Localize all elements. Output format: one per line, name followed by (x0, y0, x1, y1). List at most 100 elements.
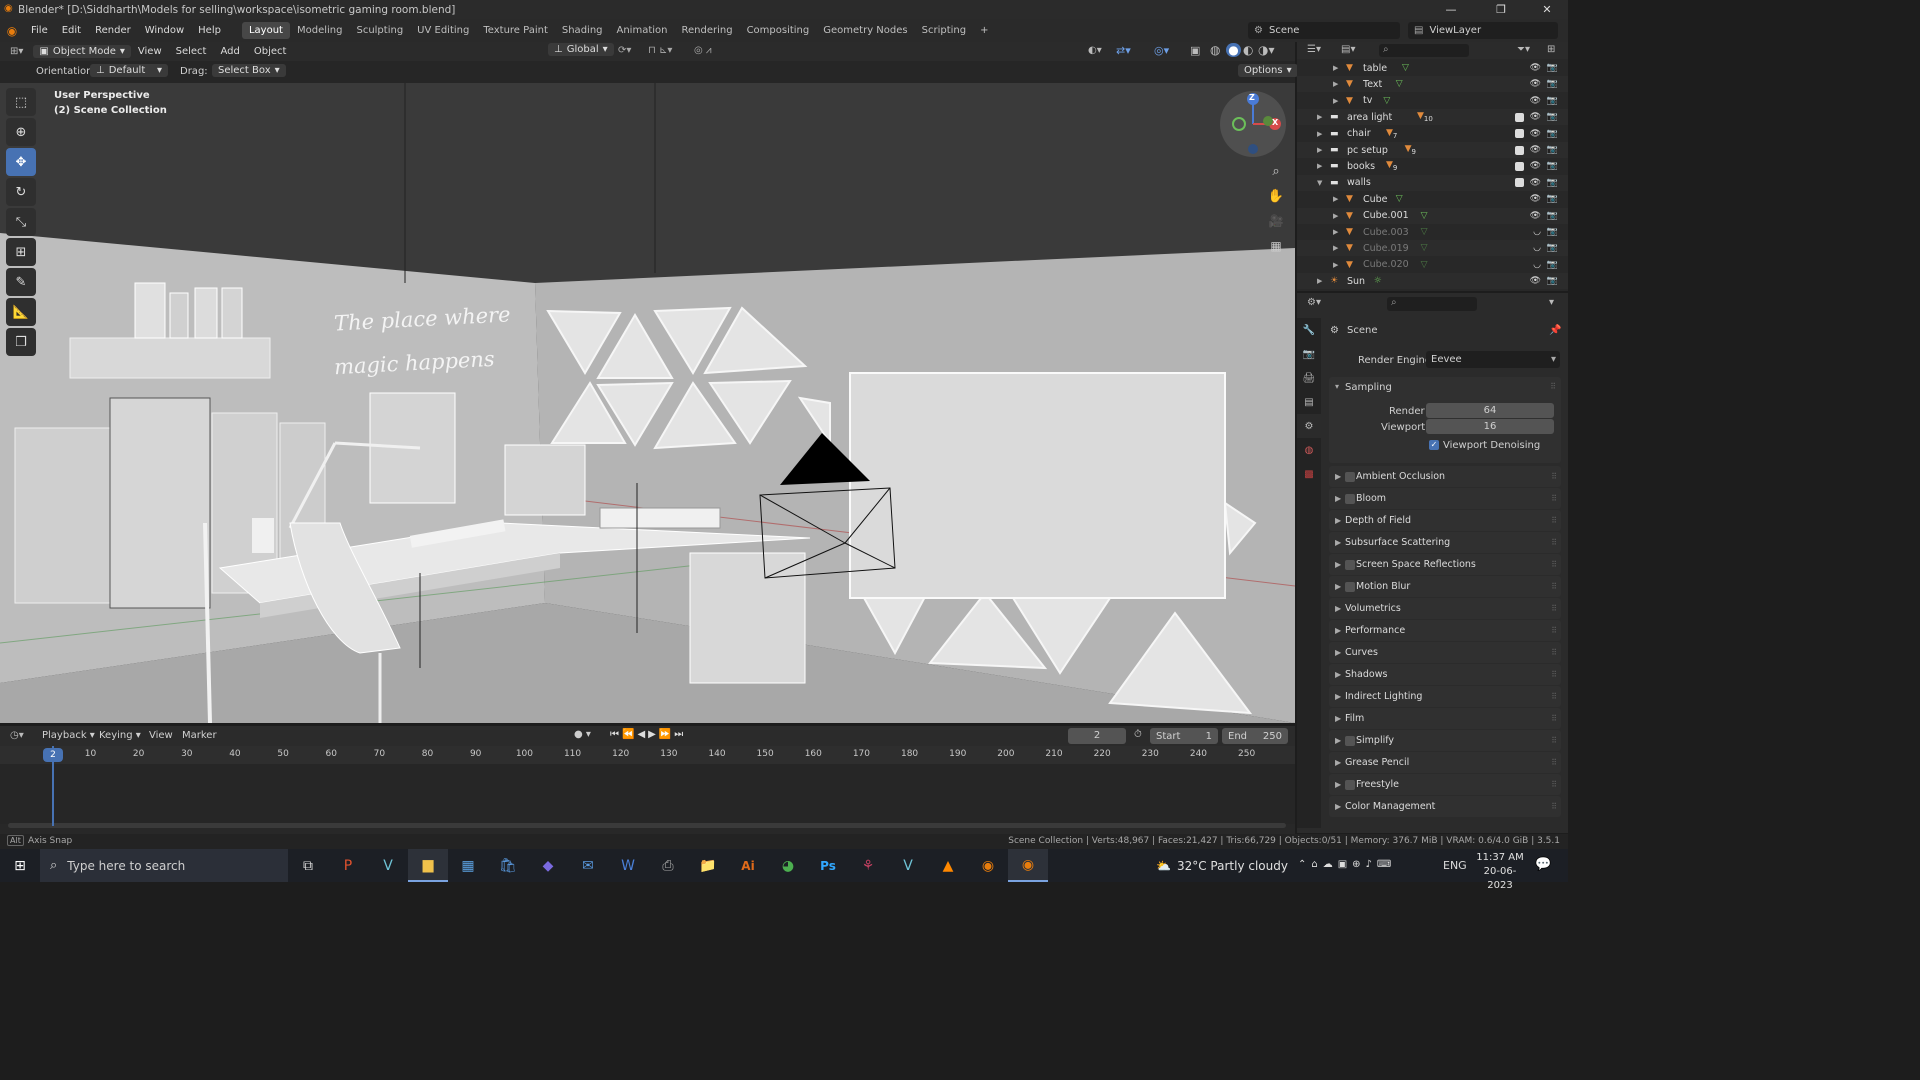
orientation-dropdown[interactable]: ⊥ Default ▾ (90, 64, 168, 77)
folder-app-icon[interactable]: 📁 (688, 849, 728, 882)
expand-right-icon[interactable]: ▶ (1317, 162, 1322, 170)
xray-icon[interactable]: ▣ (1190, 44, 1200, 57)
display-mode-icon[interactable]: ▤▾ (1341, 44, 1355, 55)
properties-editor-icon[interactable]: ⚙▾ (1307, 297, 1321, 308)
panel-enable-checkbox[interactable] (1345, 493, 1355, 504)
close-button[interactable]: ✕ (1530, 0, 1564, 19)
scale-tool-icon[interactable]: ⤡ (6, 208, 36, 236)
properties-search-icon[interactable]: ⌕ (1387, 297, 1477, 311)
output-tab-icon[interactable]: 🖨 (1297, 366, 1321, 390)
panel-enable-checkbox[interactable] (1345, 471, 1355, 482)
render-panel[interactable]: ▶ Volumetrics ⠿ (1329, 598, 1561, 619)
outliner-row[interactable]: ▶ ▼ Cube.020 ▽ ◡ 📷 (1297, 257, 1568, 273)
maximize-button[interactable]: ❐ (1484, 0, 1518, 19)
minimize-button[interactable]: — (1434, 0, 1468, 19)
tab-uv-editing[interactable]: UV Editing (410, 22, 476, 39)
chevron-down-icon[interactable]: ▾ (1549, 297, 1554, 308)
render-visibility-icon[interactable]: 📷 (1547, 194, 1558, 204)
tab-rendering[interactable]: Rendering (674, 22, 739, 39)
eye-icon[interactable]: 👁 (1530, 129, 1541, 139)
render-visibility-icon[interactable]: 📷 (1547, 227, 1558, 237)
render-panel[interactable]: ▶ Curves ⠿ (1329, 642, 1561, 663)
menu-select[interactable]: Select (169, 46, 214, 57)
eye-icon[interactable]: 👁 (1530, 276, 1541, 286)
new-collection-icon[interactable]: ⊞ (1547, 44, 1555, 55)
eye-icon[interactable]: 👁 (1530, 194, 1541, 204)
menu-object[interactable]: Object (247, 46, 294, 57)
powerpoint-icon[interactable]: P (328, 849, 368, 882)
panel-enable-checkbox[interactable] (1345, 735, 1355, 746)
photoshop-icon[interactable]: Ps (808, 849, 848, 882)
drag-grip-icon[interactable]: ⠿ (1551, 758, 1557, 767)
expand-right-icon[interactable]: ▶ (1333, 261, 1338, 269)
render-engine-dropdown[interactable]: Eevee ▾ (1426, 351, 1560, 368)
panel-enable-checkbox[interactable] (1345, 779, 1355, 790)
render-visibility-icon[interactable]: 📷 (1547, 129, 1558, 139)
expand-right-icon[interactable]: ▶ (1333, 80, 1338, 88)
outliner-row[interactable]: ▶ ▼ tv ▽ 👁 📷 (1297, 93, 1568, 109)
outliner-row[interactable]: ▶ ☀ Sun ☼ 👁 📷 (1297, 273, 1568, 290)
outliner-row[interactable]: ▶ ▼ Cube.019 ▽ ◡ 📷 (1297, 240, 1568, 257)
tab-animation[interactable]: Animation (610, 22, 675, 39)
camera-view-icon[interactable]: 🎥 (1264, 209, 1288, 233)
expand-right-icon[interactable]: ▶ (1317, 130, 1322, 138)
render-visibility-icon[interactable]: 📷 (1547, 243, 1558, 253)
rotate-tool-icon[interactable]: ↻ (6, 178, 36, 206)
drag-grip-icon[interactable]: ⠿ (1551, 472, 1557, 481)
eye-icon[interactable]: 👁 (1530, 96, 1541, 106)
expand-right-icon[interactable]: ▶ (1333, 97, 1338, 105)
timeline-scrollbar[interactable] (8, 823, 1286, 828)
outliner-row[interactable]: ▶ ▬ area light ▼10 👁 📷 (1297, 109, 1568, 126)
render-panel[interactable]: ▶ Grease Pencil ⠿ (1329, 752, 1561, 773)
measure-tool-icon[interactable]: 📐 (6, 298, 36, 326)
cursor-tool-icon[interactable]: ⊕ (6, 118, 36, 146)
menu-file[interactable]: File (24, 25, 55, 36)
drag-grip-icon[interactable]: ⠿ (1551, 648, 1557, 657)
expand-right-icon[interactable]: ▶ (1333, 212, 1338, 220)
vlc-icon[interactable]: ▲ (928, 849, 968, 882)
frame-ruler[interactable]: 10 20 30 40 50 60 70 80 90 100 110 120 130 140 150 160 1… (0, 746, 1295, 822)
outliner-search-icon[interactable]: ⌕ (1379, 44, 1469, 57)
outliner-row[interactable]: ▶ ▼ Cube ▽ 👁 📷 (1297, 191, 1568, 207)
drag-grip-icon[interactable]: ⠿ (1551, 582, 1557, 591)
drag-grip-icon[interactable]: ⠿ (1551, 692, 1557, 701)
expand-right-icon[interactable]: ▶ (1317, 113, 1322, 121)
tab-scripting[interactable]: Scripting (915, 22, 973, 39)
exclude-checkbox[interactable] (1515, 178, 1524, 188)
pan-hand-icon[interactable]: ✋ (1264, 184, 1288, 208)
media-app-icon[interactable]: ◆ (528, 849, 568, 882)
word-icon[interactable]: W (608, 849, 648, 882)
panel-enable-checkbox[interactable] (1345, 559, 1355, 570)
rendered-shading-icon[interactable]: ◑▾ (1258, 43, 1275, 57)
render-visibility-icon[interactable]: 📷 (1547, 79, 1558, 89)
playback-controls-icon[interactable]: ⏮⏪◀▶⏩⏭ (610, 729, 686, 740)
clock-icon[interactable]: ⏱ (1134, 729, 1142, 740)
hidden-eye-icon[interactable]: ◡ (1533, 260, 1541, 270)
menu-timeline-view[interactable]: View (149, 730, 173, 741)
taskbar-search[interactable]: ⌕ Type here to search (40, 849, 288, 882)
outliner-row[interactable]: ▶ ▬ chair ▼7 👁 📷 (1297, 126, 1568, 142)
select-box-tool-icon[interactable]: ⬚ (6, 88, 36, 116)
pivot-icon[interactable]: ⟳▾ (618, 45, 631, 56)
render-tab-icon[interactable]: 📷 (1297, 342, 1321, 366)
outliner-row[interactable]: ▶ ▼ Cube.001 ▽ 👁 📷 (1297, 207, 1568, 224)
file-explorer-icon[interactable]: ▆ (408, 849, 448, 882)
ortho-grid-icon[interactable]: ▦ (1264, 234, 1288, 258)
render-visibility-icon[interactable]: 📷 (1547, 96, 1558, 106)
expand-right-icon[interactable]: ▶ (1333, 64, 1338, 72)
menu-playback[interactable]: Playback ▾ (42, 730, 95, 741)
drag-grip-icon[interactable]: ⠿ (1551, 802, 1557, 811)
render-panel[interactable]: ▶ Color Management ⠿ (1329, 796, 1561, 817)
illustrator-icon[interactable]: Ai (728, 849, 768, 882)
calculator-app-icon[interactable]: ▦ (448, 849, 488, 882)
menu-help[interactable]: Help (191, 25, 228, 36)
outliner-row[interactable]: ▶ ▼ table ▽ 👁 📷 (1297, 60, 1568, 76)
view-layer-tab-icon[interactable]: ▤ (1297, 390, 1321, 414)
drag-grip-icon[interactable]: ⠿ (1551, 780, 1557, 789)
rhino-app-icon[interactable]: ⚘ (848, 849, 888, 882)
outliner-row[interactable]: ▶ ▼ Cube.003 ▽ ◡ 📷 (1297, 224, 1568, 240)
timeline-editor-icon[interactable]: ◷▾ (10, 730, 24, 741)
outliner-row[interactable]: ▶ ▼ Text ▽ 👁 📷 (1297, 76, 1568, 93)
render-panel[interactable]: ▶ Freestyle ⠿ (1329, 774, 1561, 795)
options-dropdown[interactable]: Options ▾ (1238, 64, 1298, 77)
